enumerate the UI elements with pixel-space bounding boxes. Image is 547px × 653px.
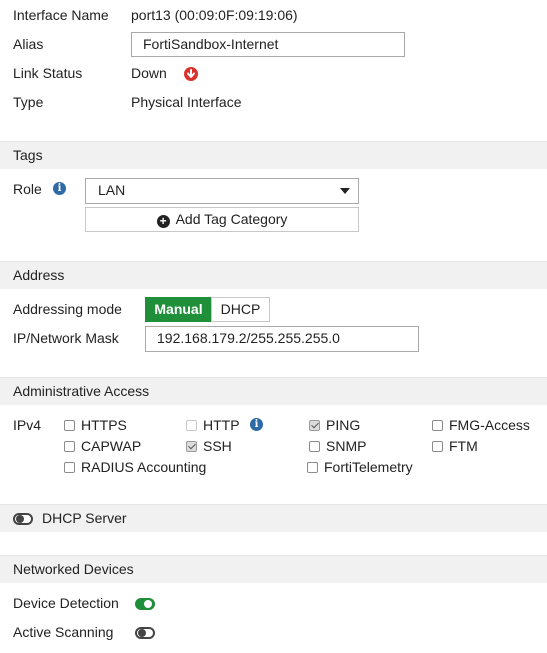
ping-checkbox[interactable] [309, 420, 320, 431]
alias-input[interactable]: FortiSandbox-Internet [131, 32, 405, 57]
ip-mask-label: IP/Network Mask [13, 330, 119, 346]
networked-devices-header-text: Networked Devices [13, 561, 134, 577]
admin-access-header-text: Administrative Access [13, 383, 150, 399]
ip-mask-input[interactable]: 192.168.179.2/255.255.255.0 [145, 326, 419, 352]
ping-label: PING [326, 417, 361, 433]
https-checkbox[interactable] [64, 420, 75, 431]
add-tag-category-label: Add Tag Category [175, 211, 288, 227]
snmp-checkbox[interactable] [309, 441, 320, 452]
active-scanning-toggle[interactable] [135, 627, 155, 639]
type-label: Type [13, 94, 44, 110]
mode-manual-button[interactable]: Manual [145, 297, 212, 322]
link-status-label: Link Status [13, 65, 83, 81]
alias-label: Alias [13, 36, 44, 52]
plus-circle-icon: + [156, 215, 170, 228]
interface-name-value: port13 (00:09:0F:09:19:06) [131, 7, 298, 23]
toggle-knob [16, 515, 24, 523]
http-label: HTTP [203, 417, 240, 433]
role-label: Role [13, 181, 42, 197]
http-checkbox[interactable] [186, 420, 197, 431]
ssh-checkbox[interactable] [186, 441, 197, 452]
ipv4-label: IPv4 [13, 417, 42, 433]
arrow-down-circle-icon [184, 67, 198, 81]
dhcp-server-label: DHCP Server [42, 510, 127, 526]
toggle-knob [144, 600, 152, 608]
type-value: Physical Interface [131, 94, 242, 110]
ssh-label: SSH [203, 438, 232, 454]
add-tag-category-button[interactable]: + Add Tag Category [85, 207, 359, 232]
link-status-value: Down [131, 65, 167, 81]
tags-section-header: Tags [0, 141, 547, 169]
device-detection-label: Device Detection [13, 595, 119, 611]
addressing-mode-label: Addressing mode [13, 301, 122, 317]
chevron-down-icon [340, 188, 350, 194]
networked-devices-section-header: Networked Devices [0, 555, 547, 583]
interface-name-label: Interface Name [13, 7, 109, 23]
tags-header-text: Tags [13, 147, 43, 163]
info-icon[interactable]: i [53, 182, 66, 195]
device-detection-toggle[interactable] [135, 598, 155, 610]
snmp-label: SNMP [326, 438, 367, 454]
capwap-label: CAPWAP [81, 438, 142, 454]
mode-dhcp-button[interactable]: DHCP [211, 297, 270, 322]
role-select-value: LAN [98, 182, 126, 198]
toggle-knob [138, 629, 146, 637]
address-header-text: Address [13, 267, 65, 283]
capwap-checkbox[interactable] [64, 441, 75, 452]
fortitelemetry-label: FortiTelemetry [324, 459, 413, 475]
role-select[interactable]: LAN [85, 178, 359, 204]
dhcp-server-toggle[interactable] [13, 513, 33, 525]
fortitelemetry-checkbox[interactable] [307, 462, 318, 473]
fmg-access-label: FMG-Access [449, 417, 530, 433]
admin-access-section-header: Administrative Access [0, 377, 547, 405]
ftm-checkbox[interactable] [432, 441, 443, 452]
radius-accounting-checkbox[interactable] [64, 462, 75, 473]
https-label: HTTPS [81, 417, 127, 433]
active-scanning-label: Active Scanning [13, 624, 114, 640]
fmg-access-checkbox[interactable] [432, 420, 443, 431]
http-info-icon[interactable]: i [250, 418, 263, 431]
radius-accounting-label: RADIUS Accounting [81, 459, 207, 475]
ftm-label: FTM [449, 438, 478, 454]
address-section-header: Address [0, 261, 547, 289]
